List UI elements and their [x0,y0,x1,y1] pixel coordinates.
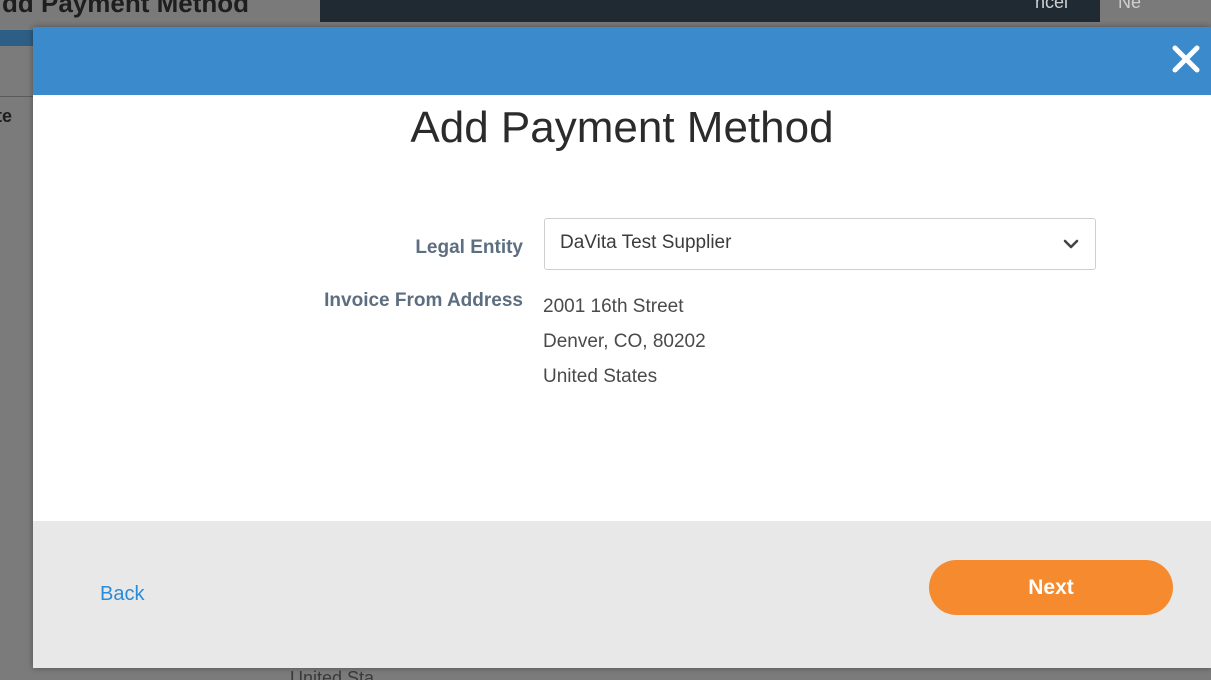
close-icon [1172,45,1200,73]
background-bottom-fragment: United Sta [290,668,375,680]
background-page-title: dd Payment Method [2,0,250,18]
chevron-down-icon [1063,239,1079,249]
background-left-fragment: te [0,106,13,126]
background-header-bar [320,0,1100,22]
background-cancel-text: ncel [1035,0,1069,12]
close-button[interactable] [1161,37,1211,81]
modal-footer: Back Next [33,521,1211,668]
legal-entity-selected-value: DaVita Test Supplier [560,232,732,253]
invoice-from-address: 2001 16th Street Denver, CO, 80202 Unite… [543,289,706,394]
invoice-from-address-label: Invoice From Address [324,290,523,311]
background-next-text: Ne [1118,0,1142,12]
next-button[interactable]: Next [929,560,1173,615]
legal-entity-select[interactable]: DaVita Test Supplier [544,218,1096,270]
modal-header [33,27,1211,95]
back-link[interactable]: Back [100,583,144,606]
background-divider [0,96,36,97]
legal-entity-label: Legal Entity [415,237,523,258]
background-accent [0,30,36,46]
modal-title: Add Payment Method [410,103,834,152]
add-payment-method-modal: Add Payment Method Legal Entity DaVita T… [33,27,1211,668]
address-line-street: 2001 16th Street [543,296,684,317]
address-line-city: Denver, CO, 80202 [543,331,706,352]
address-line-country: United States [543,366,658,387]
